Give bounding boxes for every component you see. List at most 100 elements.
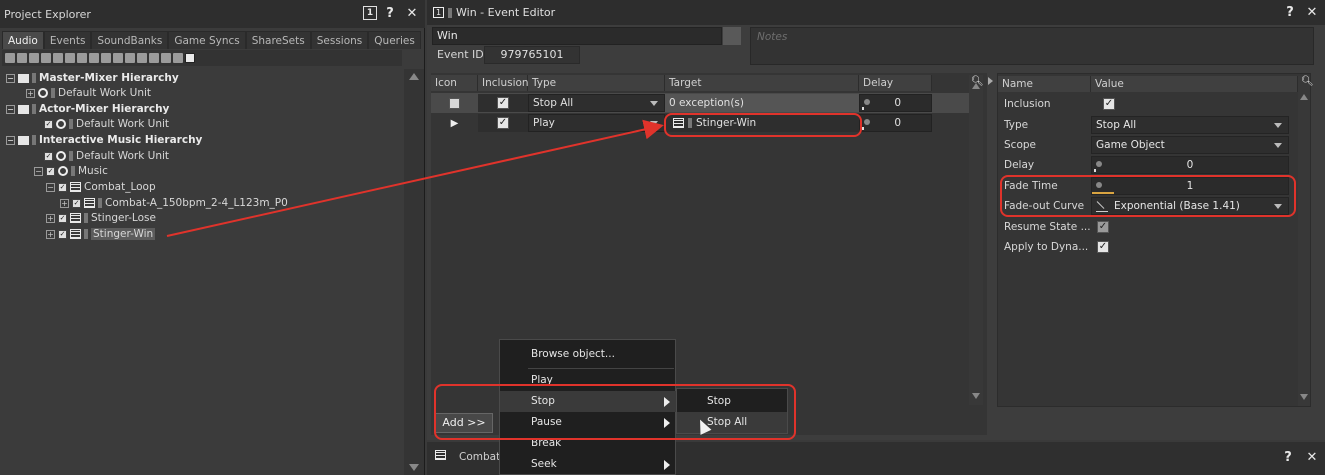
col-inclusion[interactable]: Inclusion xyxy=(478,75,529,91)
expand-icon[interactable]: + xyxy=(46,213,55,223)
sequence-container-icon[interactable] xyxy=(89,53,99,63)
delay-field[interactable]: 0 xyxy=(1091,156,1289,174)
tree-row-actor-default-wu[interactable]: ✓ Default Work Unit xyxy=(44,116,169,132)
action-type-dropdown[interactable]: Play xyxy=(528,114,665,132)
expand-icon[interactable]: + xyxy=(46,229,55,239)
rename-button[interactable] xyxy=(723,27,741,45)
scroll-down-icon[interactable] xyxy=(409,464,419,471)
tree-row-interactive-music[interactable]: − Interactive Music Hierarchy xyxy=(6,132,202,148)
tree-row-stinger-lose[interactable]: + ✓ Stinger-Lose xyxy=(46,210,156,226)
panel-number-icon[interactable]: 1 xyxy=(363,6,377,20)
list-view-icon[interactable] xyxy=(173,53,183,63)
scroll-up-icon[interactable] xyxy=(409,73,419,80)
apply-dynamic-checkbox-cell[interactable]: ✓ xyxy=(1091,238,1109,256)
tab-events[interactable]: Events xyxy=(43,31,92,49)
tab-audio[interactable]: Audio xyxy=(2,31,44,49)
folder-filter-icon[interactable] xyxy=(17,53,27,63)
workunit-filter-icon[interactable] xyxy=(29,53,39,63)
scope-dropdown[interactable]: Game Object xyxy=(1091,136,1289,154)
tab-soundbanks[interactable]: SoundBanks xyxy=(91,31,169,49)
col-delay[interactable]: Delay xyxy=(859,75,932,91)
col-icon[interactable]: Icon xyxy=(431,75,478,91)
checkbox-icon[interactable]: ✓ xyxy=(58,213,67,223)
tree-row-stinger-win[interactable]: + ✓ Stinger-Win xyxy=(46,226,156,242)
action-row[interactable]: ✓ Stop All 0 exception(s) 0 xyxy=(431,93,969,113)
music-switch-icon[interactable] xyxy=(113,53,123,63)
checkbox-icon[interactable]: ✓ xyxy=(58,182,67,192)
action-delay-field[interactable]: 0 xyxy=(859,114,932,132)
apply-dynamic-checkbox[interactable]: ✓ xyxy=(1097,241,1109,253)
help-icon[interactable]: ? xyxy=(1281,3,1299,21)
collapse-icon[interactable]: − xyxy=(6,135,15,145)
menu-item-seek[interactable]: Seek xyxy=(500,454,676,475)
expand-icon[interactable]: + xyxy=(60,198,69,208)
close-icon[interactable]: ✕ xyxy=(1303,448,1321,466)
filter-active-icon[interactable] xyxy=(185,53,195,63)
help-icon[interactable]: ? xyxy=(381,4,399,22)
collapse-icon[interactable]: − xyxy=(6,73,15,83)
music-track-icon[interactable] xyxy=(149,53,159,63)
collapse-icon[interactable]: − xyxy=(34,166,43,176)
close-icon[interactable]: ✕ xyxy=(403,4,421,22)
grid-view-icon[interactable] xyxy=(161,53,171,63)
scroll-up-icon[interactable] xyxy=(1300,94,1308,100)
collapse-icon[interactable]: − xyxy=(46,182,55,192)
tree-row-music[interactable]: − ✓ Music xyxy=(34,163,108,179)
blend-container-icon[interactable] xyxy=(77,53,87,63)
close-icon[interactable]: ✕ xyxy=(1303,3,1321,21)
pin-icon[interactable]: 1 xyxy=(433,7,444,18)
resume-state-checkbox[interactable]: ✓ xyxy=(1097,221,1109,233)
checkbox-icon[interactable]: ✓ xyxy=(72,198,81,208)
col-name[interactable]: Name xyxy=(998,76,1091,92)
scroll-down-icon[interactable] xyxy=(972,393,980,399)
col-target[interactable]: Target xyxy=(665,75,859,91)
collapse-arrow-icon[interactable] xyxy=(988,77,993,85)
inclusion-cell[interactable]: ✓ xyxy=(478,94,528,112)
checkbox-icon[interactable]: ✓ xyxy=(46,166,55,176)
collapse-icon[interactable]: − xyxy=(6,104,15,114)
music-playlist-icon[interactable] xyxy=(125,53,135,63)
menu-item-browse-object[interactable]: Browse object... xyxy=(500,344,676,365)
event-name-field[interactable]: Win xyxy=(432,27,722,45)
col-value[interactable]: Value xyxy=(1091,76,1298,92)
scroll-down-icon[interactable] xyxy=(1300,394,1308,400)
search-icon[interactable]: 🔍︎ xyxy=(971,76,984,87)
properties-search-icon[interactable]: 🔍︎ xyxy=(1301,76,1314,87)
tree-row-master-mixer[interactable]: − Master-Mixer Hierarchy xyxy=(6,70,179,86)
resume-state-checkbox-cell[interactable]: ✓ xyxy=(1091,218,1109,236)
random-container-icon[interactable] xyxy=(65,53,75,63)
power-filter-icon[interactable] xyxy=(5,53,15,63)
tab-queries[interactable]: Queries xyxy=(368,31,421,49)
tab-game-syncs[interactable]: Game Syncs xyxy=(168,31,246,49)
action-target-cell[interactable]: 0 exception(s) xyxy=(665,94,859,112)
notes-field[interactable]: Notes xyxy=(750,27,1314,65)
checkbox-icon[interactable]: ✓ xyxy=(44,151,53,161)
tree-row-combat-segment[interactable]: + ✓ Combat-A_150bpm_2-4_L123m_P0 xyxy=(60,195,288,211)
properties-scrollbar[interactable] xyxy=(1298,76,1310,406)
help-icon[interactable]: ? xyxy=(1279,448,1297,466)
action-delay-field[interactable]: 0 xyxy=(859,94,932,112)
tree-row-combat-loop[interactable]: − ✓ Combat_Loop xyxy=(46,179,156,195)
tree-row-music-default-wu[interactable]: ✓ Default Work Unit xyxy=(44,148,169,164)
inclusion-checkbox[interactable]: ✓ xyxy=(1103,98,1115,110)
sound-icon[interactable] xyxy=(101,53,111,63)
expand-icon[interactable]: + xyxy=(26,88,35,98)
folder-new-icon[interactable] xyxy=(41,53,51,63)
prop-inclusion-checkbox-cell[interactable]: ✓ xyxy=(1091,95,1115,113)
switch-container-icon[interactable] xyxy=(53,53,63,63)
col-type[interactable]: Type xyxy=(528,75,665,91)
inclusion-cell[interactable]: ✓ xyxy=(478,114,528,132)
tree-row-master-default-wu[interactable]: + Default Work Unit xyxy=(26,85,151,101)
tab-sharesets[interactable]: ShareSets xyxy=(245,31,311,49)
inclusion-checkbox[interactable]: ✓ xyxy=(497,117,509,129)
tab-sessions[interactable]: Sessions xyxy=(310,31,369,49)
music-segment-icon[interactable] xyxy=(137,53,147,63)
project-tree-scrollbar[interactable] xyxy=(404,69,424,475)
tree-row-actor-mixer[interactable]: − Actor-Mixer Hierarchy xyxy=(6,101,169,117)
checkbox-icon[interactable]: ✓ xyxy=(58,229,67,239)
inclusion-checkbox[interactable]: ✓ xyxy=(497,97,509,109)
type-dropdown[interactable]: Stop All xyxy=(1091,116,1289,134)
action-type-dropdown[interactable]: Stop All xyxy=(528,94,665,112)
checkbox-icon[interactable]: ✓ xyxy=(44,119,53,129)
actions-scrollbar[interactable] xyxy=(969,75,983,405)
